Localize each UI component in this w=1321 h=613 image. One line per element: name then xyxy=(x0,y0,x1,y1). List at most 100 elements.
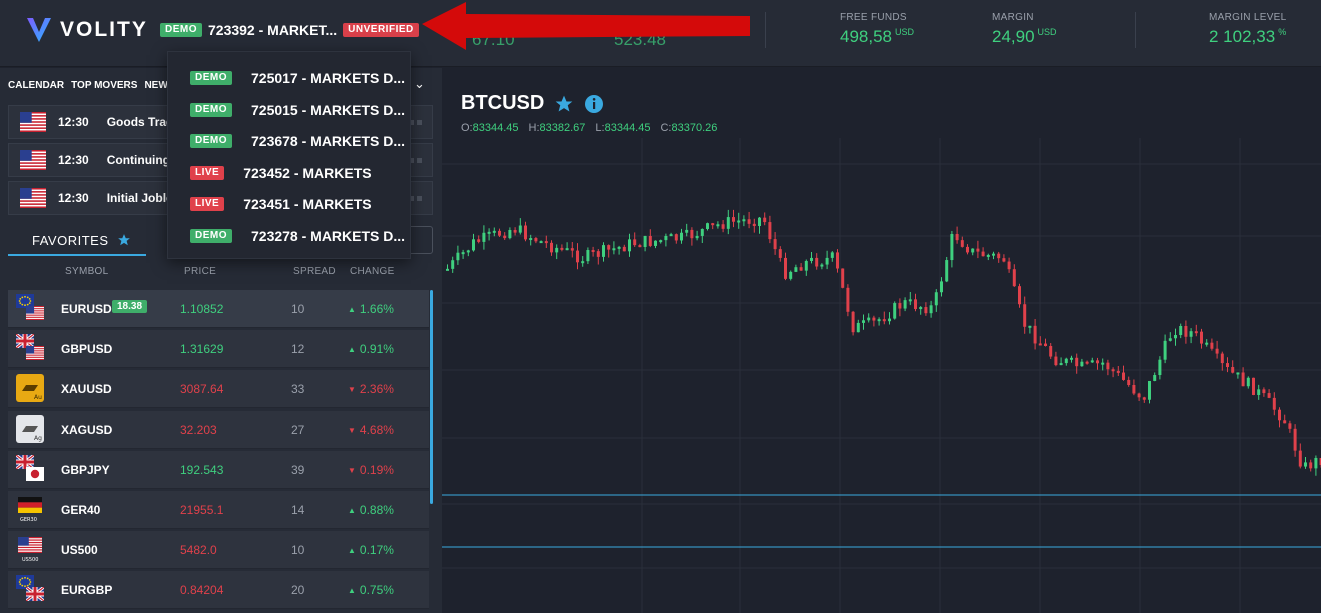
news-tabs: CALENDAR TOP MOVERS NEWS xyxy=(8,80,174,91)
symbol-price: 1.10852 xyxy=(180,302,224,316)
tab-calendar[interactable]: CALENDAR xyxy=(8,80,64,91)
account-type-badge: DEMO xyxy=(160,23,202,37)
favorite-row[interactable]: GBPJPY 192.543 39 ▼ 0.19% xyxy=(8,450,429,489)
account-option-name: 723452 - MARKETS xyxy=(243,164,372,181)
eu-us-flag-icon xyxy=(16,294,44,320)
favorite-row[interactable]: US500 US500 5482.0 10 ▲ 0.17% xyxy=(8,531,429,570)
favorite-row[interactable]: GBPUSD 1.31629 12 ▲ 0.91% xyxy=(8,330,429,369)
margin-level-label: MARGIN LEVEL xyxy=(1209,12,1287,23)
tab-favorites[interactable]: FAVORITES xyxy=(8,226,146,256)
candlestick-chart[interactable] xyxy=(442,68,1321,613)
favorite-row[interactable]: EURGBP 0.84204 20 ▲ 0.75% xyxy=(8,571,429,610)
chart-panel[interactable]: BTCUSD O:83344.45 H:83382.67 L:83344.45 … xyxy=(442,68,1321,613)
favorite-row[interactable]: Ag XAGUSD 32.203 27 ▼ 4.68% xyxy=(8,410,429,449)
gb-us-flag-icon xyxy=(16,334,44,361)
symbol-change: ▼ 2.36% xyxy=(348,382,394,397)
silver-bar-icon: Ag xyxy=(16,414,44,443)
account-type-badge: LIVE xyxy=(190,197,225,212)
free-funds-label: FREE FUNDS xyxy=(840,12,907,23)
col-change[interactable]: CHANGE xyxy=(350,266,395,277)
col-price[interactable]: PRICE xyxy=(184,266,216,277)
margin-level-value: 2 102,33% xyxy=(1209,27,1287,46)
margin-value: 24,90 USD xyxy=(992,27,1057,46)
info-icon[interactable] xyxy=(584,94,604,114)
ohlc-open: O:83344.45 xyxy=(461,122,519,134)
symbol-price: 1.31629 xyxy=(180,342,224,357)
svg-text:Ag: Ag xyxy=(34,435,42,442)
symbol-name: XAUUSD xyxy=(61,382,112,397)
symbol-name: EURGBP xyxy=(61,583,113,598)
account-type-badge: DEMO xyxy=(190,102,232,117)
arrow-up-icon: ▲ xyxy=(348,345,356,355)
account-option[interactable]: DEMO 725015 - MARKETS D... xyxy=(190,98,405,122)
ohlc-high: H:83382.67 xyxy=(528,122,586,134)
brand-logo[interactable]: VOLITY xyxy=(26,16,148,44)
account-option-name: 725017 - MARKETS D... xyxy=(251,70,406,86)
symbol-price: 21955.1 xyxy=(180,503,224,517)
symbol-change: ▲ 0.17% xyxy=(348,543,394,558)
symbol-name: GBPJPY xyxy=(61,462,110,477)
us-flag-icon: US500 xyxy=(18,537,42,563)
symbol-spread: 10 xyxy=(291,302,305,316)
svg-text:Au: Au xyxy=(34,394,42,401)
annotation-arrow-icon xyxy=(422,2,750,50)
symbol-price: 3087.64 xyxy=(180,382,224,397)
account-type-badge: DEMO xyxy=(190,71,232,85)
stat-free-funds: FREE FUNDS 498,58 USD xyxy=(840,12,914,47)
chart-symbol: BTCUSD xyxy=(461,92,545,114)
arrow-up-icon: ▲ xyxy=(348,586,356,596)
symbol-name: XAGUSD xyxy=(61,422,113,437)
symbol-spread: 33 xyxy=(291,382,305,397)
eu-gb-flag-icon xyxy=(16,575,44,602)
account-type-badge: DEMO xyxy=(190,134,232,149)
leverage-badge: 18.38 xyxy=(112,300,148,313)
us-flag-icon xyxy=(20,188,46,208)
gold-bar-icon: Au xyxy=(16,374,44,403)
chart-title: BTCUSD xyxy=(461,92,604,115)
brand-name: VOLITY xyxy=(60,18,148,41)
arrow-up-icon: ▲ xyxy=(348,546,356,556)
favorite-row[interactable]: EURUSD 18.38 1.10852 10 ▲ 1.66% xyxy=(8,290,429,328)
symbol-price: 192.543 xyxy=(180,462,224,477)
account-option[interactable]: LIVE 723452 - MARKETS xyxy=(190,161,372,185)
symbol-name: US500 xyxy=(61,543,98,558)
us-flag-icon xyxy=(20,150,46,170)
symbol-price: 0.84204 xyxy=(180,583,224,598)
ohlc-low: L:83344.45 xyxy=(595,122,651,134)
account-option-name: 723451 - MARKETS xyxy=(243,196,372,213)
account-name: 723392 - MARKET... xyxy=(208,22,338,38)
de-flag-icon: GER30 xyxy=(18,497,42,523)
stat-divider xyxy=(765,12,766,48)
symbol-spread: 12 xyxy=(291,342,305,357)
account-option[interactable]: DEMO 723278 - MARKETS D... xyxy=(190,224,405,248)
account-type-badge: LIVE xyxy=(190,165,225,180)
arrow-down-icon: ▼ xyxy=(348,385,356,395)
stat-margin-level: MARGIN LEVEL 2 102,33% xyxy=(1209,12,1287,47)
symbol-spread: 20 xyxy=(291,583,305,598)
list-scrollbar[interactable] xyxy=(430,290,433,504)
symbol-price: 5482.0 xyxy=(180,543,217,558)
account-option[interactable]: DEMO 725017 - MARKETS D... xyxy=(190,66,405,90)
symbol-price: 32.203 xyxy=(180,422,217,437)
symbol-name: GBPUSD xyxy=(61,342,113,357)
margin-label: MARGIN xyxy=(992,12,1034,23)
account-option[interactable]: LIVE 723451 - MARKETS xyxy=(190,192,372,216)
tab-top-movers[interactable]: TOP MOVERS xyxy=(71,80,137,91)
col-symbol[interactable]: SYMBOL xyxy=(65,266,108,277)
account-option-name: 725015 - MARKETS D... xyxy=(251,101,406,118)
accounts-dropdown: DEMO 725017 - MARKETS D... DEMO 725015 - … xyxy=(167,51,411,259)
col-spread[interactable]: SPREAD xyxy=(293,266,336,277)
symbol-change: ▲ 0.91% xyxy=(348,342,394,357)
account-selector[interactable]: DEMO 723392 - MARKET... UNVERIFIED ⌃ xyxy=(160,22,438,38)
favorite-star-icon[interactable] xyxy=(554,94,574,114)
favorite-row[interactable]: Au XAUUSD 3087.64 33 ▼ 2.36% xyxy=(8,370,429,409)
symbol-name: GER40 xyxy=(61,503,101,517)
chevron-down-icon[interactable]: ⌄ xyxy=(414,76,425,92)
symbol-change: ▲ 1.66% xyxy=(348,302,394,316)
event-time: 12:30 xyxy=(58,115,89,129)
account-option[interactable]: DEMO 723678 - MARKETS D... xyxy=(190,129,405,153)
favorite-row[interactable]: GER30 GER40 21955.1 14 ▲ 0.88% xyxy=(8,491,429,529)
free-funds-value: 498,58 USD xyxy=(840,27,915,46)
symbol-name: EURUSD xyxy=(61,302,112,316)
arrow-down-icon: ▼ xyxy=(348,425,356,435)
